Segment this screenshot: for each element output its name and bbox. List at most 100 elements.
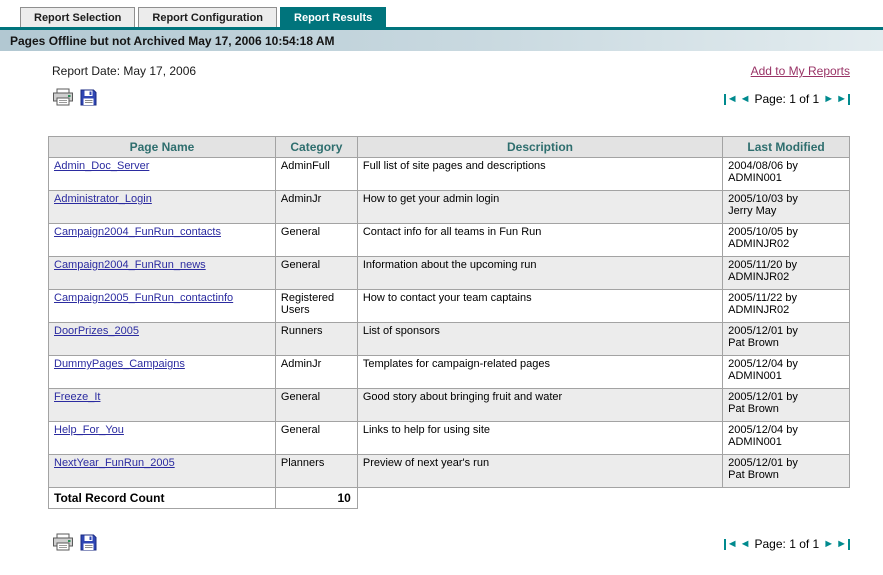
last-page-icon[interactable]: ► [836,93,850,105]
description-cell: Contact info for all teams in Fun Run [356,223,724,257]
page-name-cell: Campaign2005_FunRun_contactinfo [48,289,276,323]
column-header-description: Description [356,136,724,158]
bottom-icon-strip [48,533,97,551]
report-title-bar: Pages Offline but not Archived May 17, 2… [0,30,883,51]
page-name-cell: DoorPrizes_2005 [48,322,276,356]
bottom-pager: ◄ ◄ Page: 1 of 1 ► ► [723,537,850,551]
description-cell: Good story about bringing fruit and wate… [356,388,724,422]
page-name-link[interactable]: Campaign2005_FunRun_contactinfo [54,292,233,304]
page-name-link[interactable]: DummyPages_Campaigns [54,358,185,370]
page-name-link[interactable]: Administrator_Login [54,193,152,205]
total-row-spacer [722,487,850,509]
last-modified-cell: 2005/10/03 by Jerry May [722,190,850,224]
page-name-link[interactable]: Admin_Doc_Server [54,160,149,172]
page-name-link[interactable]: Campaign2004_FunRun_news [54,259,206,271]
total-record-count-label: Total Record Count [48,487,276,509]
page-name-cell: Campaign2004_FunRun_contacts [48,223,276,257]
category-cell: Registered Users [274,289,358,323]
table-row: Help_For_You General Links to help for usi… [48,421,850,455]
last-page-icon[interactable]: ► [836,538,850,550]
total-row-spacer [357,487,723,509]
page-name-cell: NextYear_FunRun_2005 [48,454,276,488]
page-name-link[interactable]: NextYear_FunRun_2005 [54,457,175,469]
last-modified-cell: 2005/12/04 by ADMIN001 [722,355,850,389]
page-indicator: Page: 1 of 1 [754,537,820,551]
add-to-my-reports-link[interactable]: Add to My Reports [751,64,850,78]
description-cell: List of sponsors [356,322,724,356]
category-cell: Planners [274,454,358,488]
report-results-content: Report Date: May 17, 2006 Add to My Repo… [0,51,883,551]
prev-page-icon[interactable]: ◄ [740,538,751,550]
table-header-row: Page Name Category Description Last Modi… [48,136,850,158]
report-title-text: Pages Offline but not Archived May 17, 2… [10,33,335,48]
description-cell: Information about the upcoming run [356,256,724,290]
print-icon[interactable] [52,533,74,551]
total-record-count-value: 10 [274,487,358,509]
top-icon-strip [48,88,97,106]
page-name-link[interactable]: Freeze_It [54,391,100,403]
next-page-icon[interactable]: ► [823,538,834,550]
column-header-page-name: Page Name [48,136,276,158]
category-cell: AdminJr [274,190,358,224]
description-cell: How to contact your team captains [356,289,724,323]
page-name-cell: Freeze_It [48,388,276,422]
column-header-category: Category [274,136,358,158]
page-name-cell: DummyPages_Campaigns [48,355,276,389]
category-cell: General [274,388,358,422]
description-cell: How to get your admin login [356,190,724,224]
page-name-cell: Administrator_Login [48,190,276,224]
table-row: NextYear_FunRun_2005 Planners Preview of n… [48,454,850,488]
table-row: Admin_Doc_Server AdminFull Full list of si… [48,157,850,191]
category-cell: General [274,256,358,290]
table-row: DoorPrizes_2005 Runners List of sponsors 20… [48,322,850,356]
category-cell: AdminFull [274,157,358,191]
column-header-last-modified: Last Modified [722,136,850,158]
save-icon[interactable] [80,534,97,551]
last-modified-cell: 2005/12/01 by Pat Brown [722,454,850,488]
page-name-link[interactable]: Help_For_You [54,424,124,436]
description-cell: Links to help for using site [356,421,724,455]
page-indicator: Page: 1 of 1 [754,92,820,106]
report-meta-row: Report Date: May 17, 2006 Add to My Repo… [48,64,850,78]
save-icon[interactable] [80,89,97,106]
last-modified-cell: 2005/12/01 by Pat Brown [722,388,850,422]
table-row: Campaign2004_FunRun_news General Informati… [48,256,850,290]
tab-report-configuration[interactable]: Report Configuration [138,7,278,27]
report-tabbar: Report Selection Report Configuration Re… [0,0,883,27]
description-cell: Preview of next year's run [356,454,724,488]
prev-page-icon[interactable]: ◄ [740,93,751,105]
last-modified-cell: 2005/12/01 by Pat Brown [722,322,850,356]
page-name-cell: Help_For_You [48,421,276,455]
first-page-icon[interactable]: ◄ [723,93,738,105]
last-modified-cell: 2005/12/04 by ADMIN001 [722,421,850,455]
table-row: Administrator_Login AdminJr How to get you… [48,190,850,224]
page-name-cell: Admin_Doc_Server [48,157,276,191]
bottom-tools-row: ◄ ◄ Page: 1 of 1 ► ► [48,533,850,551]
first-page-icon[interactable]: ◄ [723,538,738,550]
total-row: Total Record Count 10 [48,487,850,509]
page-name-cell: Campaign2004_FunRun_news [48,256,276,290]
category-cell: General [274,223,358,257]
report-results-table: Page Name Category Description Last Modi… [48,136,850,509]
last-modified-cell: 2005/11/20 by ADMINJR02 [722,256,850,290]
table-row: Freeze_It General Good story about bringin… [48,388,850,422]
tab-report-results[interactable]: Report Results [280,7,387,27]
page-name-link[interactable]: DoorPrizes_2005 [54,325,139,337]
last-modified-cell: 2004/08/06 by ADMIN001 [722,157,850,191]
table-row: Campaign2005_FunRun_contactinfo Registere… [48,289,850,323]
print-icon[interactable] [52,88,74,106]
report-table-body: Admin_Doc_Server AdminFull Full list of si… [48,157,850,488]
last-modified-cell: 2005/10/05 by ADMINJR02 [722,223,850,257]
last-modified-cell: 2005/11/22 by ADMINJR02 [722,289,850,323]
page-name-link[interactable]: Campaign2004_FunRun_contacts [54,226,221,238]
top-pager: ◄ ◄ Page: 1 of 1 ► ► [723,92,850,106]
report-date-label: Report Date: May 17, 2006 [52,64,197,78]
category-cell: Runners [274,322,358,356]
tab-report-selection[interactable]: Report Selection [20,7,136,27]
table-row: Campaign2004_FunRun_contacts General Conta… [48,223,850,257]
category-cell: General [274,421,358,455]
table-row: DummyPages_Campaigns AdminJr Templates for… [48,355,850,389]
category-cell: AdminJr [274,355,358,389]
description-cell: Full list of site pages and descriptions [356,157,724,191]
next-page-icon[interactable]: ► [823,93,834,105]
